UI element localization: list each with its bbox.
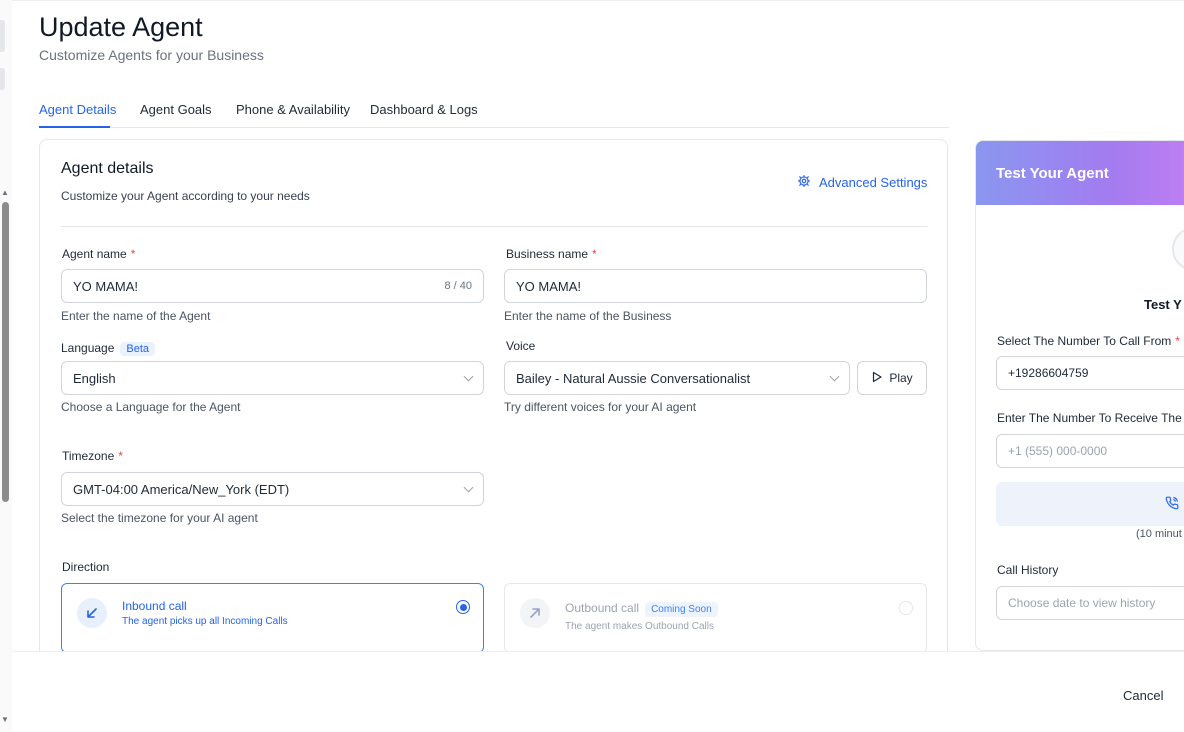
test-agent-panel: Test Your Agent Test Y Select The Number… — [975, 140, 1184, 651]
bottom-action-bar: Cancel — [12, 651, 1184, 732]
minutes-note: (10 minut — [1136, 528, 1182, 540]
play-label: Play — [889, 371, 913, 385]
call-history-date-picker[interactable]: Choose date to view history — [996, 586, 1184, 620]
test-panel-header: Test Your Agent — [976, 141, 1184, 205]
inbound-call-option[interactable]: Inbound call The agent picks up all Inco… — [61, 583, 484, 653]
tab-agent-details[interactable]: Agent Details — [39, 102, 116, 117]
required-mark: * — [1175, 334, 1180, 348]
voice-select[interactable]: Bailey - Natural Aussie Conversationalis… — [504, 361, 850, 395]
scroll-up-arrow-icon[interactable]: ▲ — [1, 189, 9, 197]
language-select[interactable]: English — [61, 361, 484, 395]
radio-dot — [459, 603, 467, 611]
timezone-select[interactable]: GMT-04:00 America/New_York (EDT) — [61, 472, 484, 506]
voice-hint: Try different voices for your AI agent — [504, 400, 697, 414]
inbound-radio[interactable] — [456, 600, 470, 614]
tab-phone-availability[interactable]: Phone & Availability — [236, 102, 350, 117]
receive-number-input[interactable]: +1 (555) 000-0000 — [996, 434, 1184, 468]
agent-details-card: Agent details Customize your Agent accor… — [39, 139, 948, 659]
voice-value: Bailey - Natural Aussie Conversationalis… — [516, 370, 751, 386]
play-voice-button[interactable]: Play — [857, 361, 927, 395]
outbound-radio — [899, 601, 913, 615]
outbound-call-option: Outbound call Coming Soon The agent makes… — [504, 583, 927, 653]
direction-label: Direction — [62, 560, 110, 574]
char-counter: 8 / 40 — [444, 280, 472, 292]
required-mark: * — [130, 247, 136, 261]
receive-number-label: Enter The Number To Receive The C — [997, 411, 1184, 425]
scrollbar-thumb[interactable] — [2, 202, 9, 502]
call-from-label: Select The Number To Call From * — [997, 334, 1180, 348]
avatar — [1172, 227, 1184, 271]
gear-icon — [797, 174, 811, 191]
test-agent-name: Test Y — [1144, 297, 1182, 312]
timezone-label-text: Timezone — [62, 449, 115, 463]
agent-name-value: YO MAMA! — [73, 278, 139, 294]
tab-dashboard-logs[interactable]: Dashboard & Logs — [370, 102, 478, 117]
language-label-text: Language — [61, 341, 115, 355]
advanced-settings-label: Advanced Settings — [819, 175, 928, 190]
agent-name-hint: Enter the name of the Agent — [61, 309, 211, 323]
inbound-call-desc: The agent picks up all Incoming Calls — [122, 616, 288, 627]
arrow-up-right-icon — [520, 598, 550, 628]
required-mark: * — [592, 247, 597, 261]
language-value: English — [73, 370, 116, 386]
outbound-call-title-text: Outbound call — [565, 601, 640, 615]
scroll-down-arrow-icon[interactable]: ▼ — [1, 716, 9, 724]
test-panel-title: Test Your Agent — [996, 165, 1109, 182]
rail-tab-second[interactable] — [0, 68, 5, 90]
inbound-call-title: Inbound call — [122, 599, 187, 613]
advanced-settings-link[interactable]: Advanced Settings — [797, 174, 927, 191]
timezone-label: Timezone * — [62, 449, 123, 463]
card-divider — [61, 226, 927, 227]
language-label: Language Beta — [61, 341, 156, 356]
call-button[interactable] — [996, 482, 1184, 526]
chevron-down-icon — [829, 371, 840, 381]
business-name-label: Business name * — [506, 247, 597, 261]
page-title: Update Agent — [39, 12, 203, 42]
agent-name-label: Agent name * — [62, 247, 135, 261]
business-name-input[interactable]: YO MAMA! — [504, 269, 927, 303]
chevron-down-icon — [463, 482, 474, 492]
phone-icon — [1165, 496, 1179, 515]
call-history-label: Call History — [997, 563, 1059, 577]
required-mark: * — [118, 449, 123, 463]
call-from-select[interactable]: +19286604759 — [996, 356, 1184, 390]
timezone-hint: Select the timezone for your AI agent — [61, 511, 258, 525]
card-subtitle: Customize your Agent according to your n… — [61, 189, 310, 203]
voice-label: Voice — [506, 339, 536, 353]
page-subtitle: Customize Agents for your Business — [39, 47, 264, 63]
agent-name-input[interactable]: YO MAMA! 8 / 40 — [61, 269, 484, 303]
language-hint: Choose a Language for the Agent — [61, 400, 241, 414]
business-name-hint: Enter the name of the Business — [504, 309, 672, 323]
tab-bar: Agent Details Agent Goals Phone & Availa… — [39, 96, 949, 128]
coming-soon-badge: Coming Soon — [645, 602, 718, 617]
chevron-down-icon — [463, 371, 474, 381]
agent-name-label-text: Agent name — [62, 247, 127, 261]
rail-tab-top[interactable] — [0, 20, 5, 52]
arrow-down-left-icon — [77, 598, 107, 628]
beta-badge: Beta — [120, 342, 156, 356]
card-title: Agent details — [61, 160, 154, 177]
cancel-button[interactable]: Cancel — [1123, 688, 1163, 703]
timezone-value: GMT-04:00 America/New_York (EDT) — [73, 481, 290, 497]
call-from-label-text: Select The Number To Call From — [997, 334, 1172, 348]
tab-agent-goals[interactable]: Agent Goals — [140, 102, 212, 117]
play-icon — [871, 371, 883, 386]
top-divider — [12, 0, 1184, 1]
outbound-call-title: Outbound call Coming Soon — [565, 601, 718, 617]
outbound-call-desc: The agent makes Outbound Calls — [565, 621, 714, 632]
active-tab-indicator — [39, 126, 110, 128]
business-name-label-text: Business name — [506, 247, 589, 261]
business-name-value: YO MAMA! — [516, 278, 582, 294]
